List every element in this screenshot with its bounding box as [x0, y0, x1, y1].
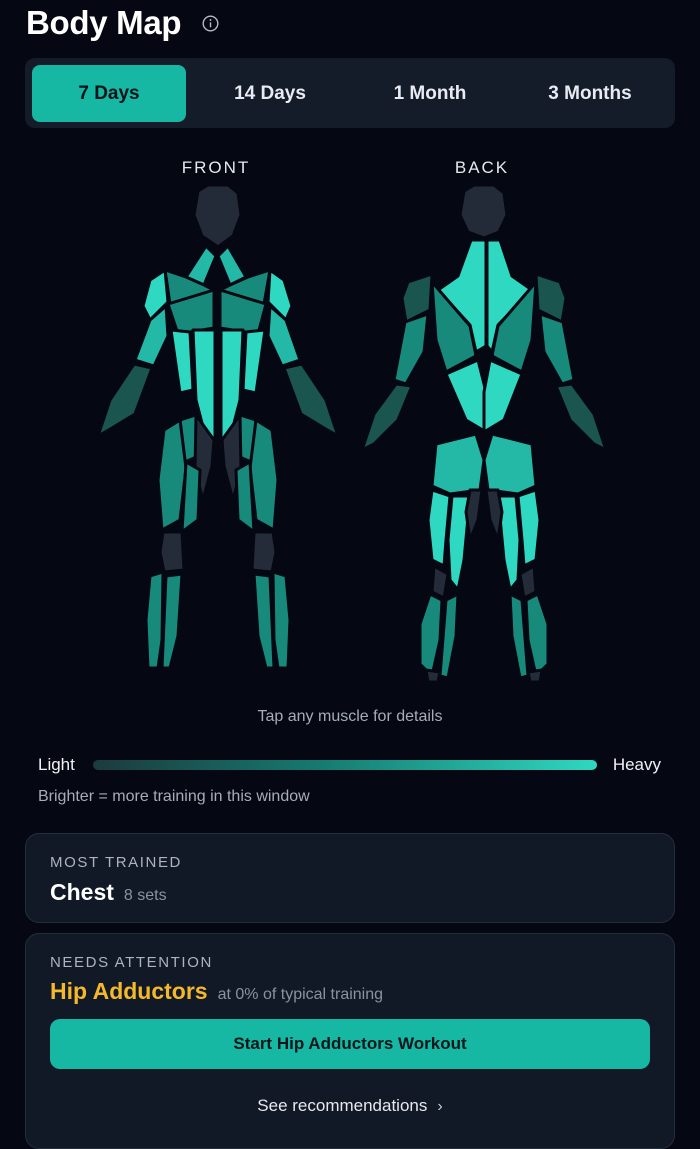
most-trained-sets: 8 sets [123, 887, 167, 904]
tab-7-days[interactable]: 7 Days [32, 65, 186, 122]
chevron-right-icon: › [437, 1098, 443, 1115]
muscle-triceps-left[interactable] [392, 312, 430, 386]
muscle-obliques-left[interactable] [169, 328, 195, 395]
back-figure [360, 183, 608, 684]
muscle-adductors-back-left[interactable] [464, 488, 484, 542]
muscle-achilles-left[interactable] [424, 668, 442, 684]
needs-attention-card: NEEDS ATTENTION Hip Adductors at 0% of ty… [25, 933, 675, 1149]
back-label: BACK [454, 158, 510, 177]
tab-3-months[interactable]: 3 Months [513, 65, 667, 122]
needs-attention-detail: at 0% of typical training [217, 986, 384, 1003]
muscle-shin-right-inner[interactable] [252, 572, 276, 670]
front-figure [96, 183, 340, 670]
muscle-calves-right-outer[interactable] [524, 592, 550, 678]
muscle-shin-right-outer[interactable] [271, 570, 292, 670]
muscle-hamstrings-left-outer[interactable] [426, 488, 452, 568]
muscle-glutes-left[interactable] [430, 432, 486, 496]
muscle-knee-left[interactable] [158, 530, 186, 574]
tab-1-month[interactable]: 1 Month [353, 65, 507, 122]
muscle-hamstrings-right-outer[interactable] [516, 488, 542, 568]
muscle-forearm-back-right[interactable] [554, 382, 608, 452]
info-icon[interactable] [202, 15, 219, 32]
most-trained-kicker: MOST TRAINED [50, 854, 182, 871]
muscle-lower-back-right[interactable] [482, 358, 524, 434]
page-title: Body Map [26, 4, 182, 41]
muscle-shin-left-outer[interactable] [144, 570, 165, 670]
muscle-quads-left-inner[interactable] [180, 460, 202, 534]
muscle-triceps-right[interactable] [538, 312, 576, 386]
most-trained-muscle-name: Chest [50, 879, 114, 905]
muscle-adductors-back-right[interactable] [484, 488, 504, 542]
front-head [192, 183, 243, 249]
tab-14-days[interactable]: 14 Days [193, 65, 347, 122]
muscle-glutes-right[interactable] [482, 432, 538, 496]
muscle-calves-left-outer[interactable] [418, 592, 444, 678]
legend-light-label: Light [38, 755, 75, 774]
needs-attention-kicker: NEEDS ATTENTION [50, 954, 213, 971]
time-range-tabs: 7 Days 14 Days 1 Month 3 Months [25, 58, 675, 128]
muscle-shin-left-inner[interactable] [160, 572, 184, 670]
muscle-forearm-left[interactable] [96, 362, 154, 438]
see-recommendations-link[interactable]: See recommendations › [26, 1096, 674, 1116]
needs-attention-muscle: Hip Adductors at 0% of typical training [50, 978, 383, 1005]
muscle-knee-back-right[interactable] [518, 564, 538, 600]
body-map [96, 183, 608, 684]
legend-heavy-label: Heavy [612, 755, 661, 774]
muscle-achilles-right[interactable] [526, 668, 544, 684]
back-head [458, 183, 509, 240]
see-recommendations-label: See recommendations [257, 1096, 428, 1115]
muscle-obliques-right[interactable] [241, 328, 267, 395]
most-trained-card[interactable]: MOST TRAINED Chest 8 sets [25, 833, 675, 923]
most-trained-muscle: Chest 8 sets [50, 879, 167, 906]
muscle-lower-back-left[interactable] [444, 358, 488, 434]
legend-gradient-bar [93, 760, 597, 770]
front-label: FRONT [181, 158, 251, 177]
muscle-forearm-right[interactable] [282, 362, 340, 438]
needs-attention-muscle-name: Hip Adductors [50, 978, 208, 1004]
body-map-hint: Tap any muscle for details [257, 708, 443, 725]
legend-note: Brighter = more training in this window [38, 788, 310, 805]
muscle-knee-back-left[interactable] [430, 564, 450, 600]
muscle-forearm-back-left[interactable] [360, 382, 414, 452]
muscle-quads-right-inner[interactable] [234, 460, 256, 534]
start-workout-button[interactable]: Start Hip Adductors Workout [50, 1019, 650, 1069]
muscle-knee-right[interactable] [250, 530, 278, 574]
